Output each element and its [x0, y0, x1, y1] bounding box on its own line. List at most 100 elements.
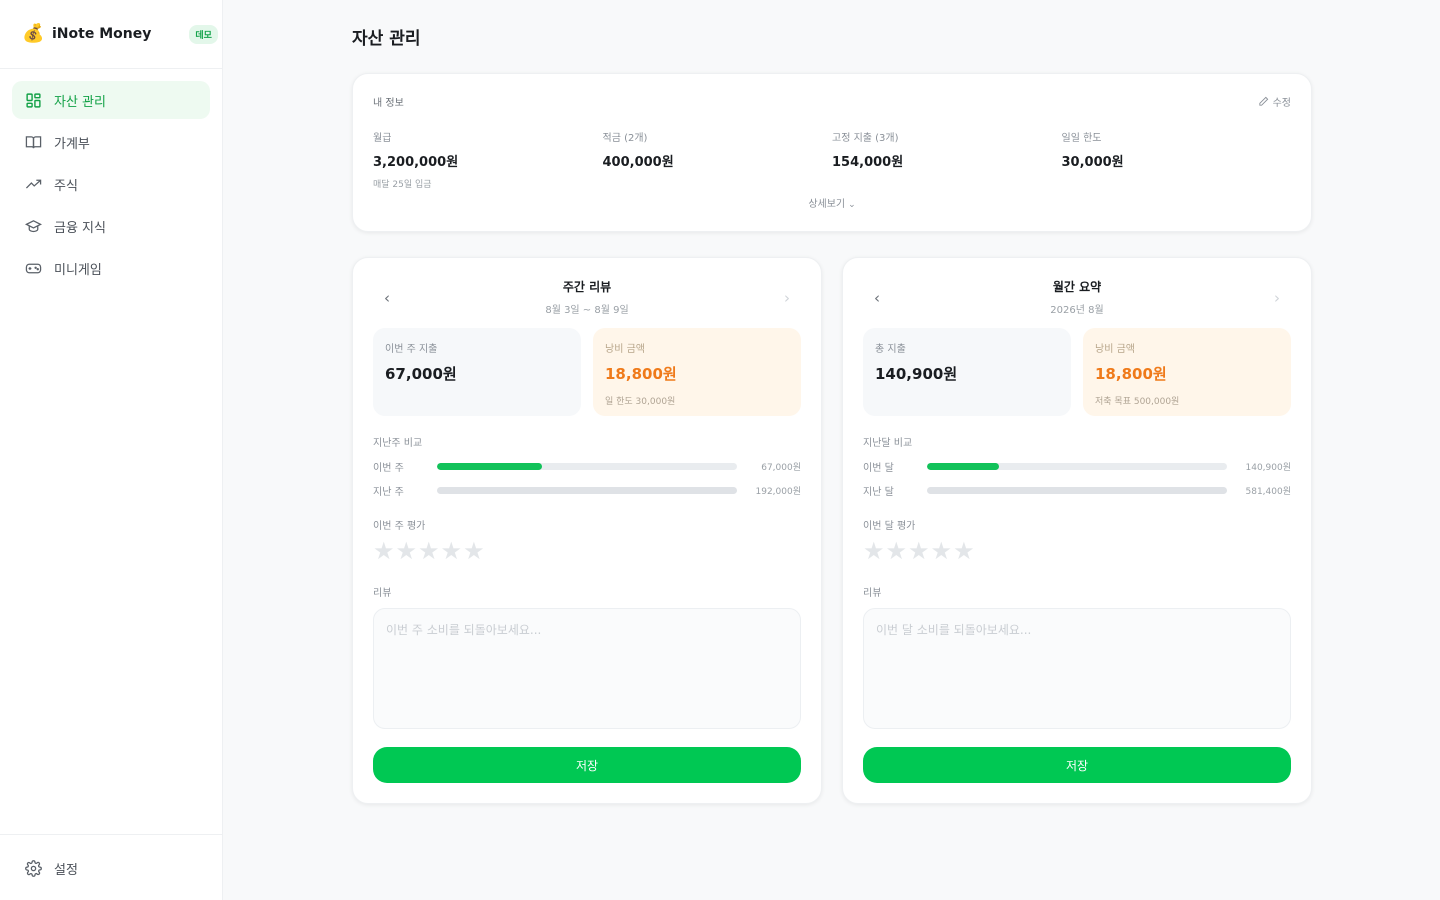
bar-name: 이번 달: [863, 463, 894, 474]
bar-amount: 140,900원: [1245, 463, 1292, 473]
weekly-header: ‹ 주간 리뷰 8월 3일 ~ 8월 9일 ›: [373, 278, 801, 322]
monthly-spending-stat: 총 지출 140,900원: [863, 328, 1071, 416]
my-info-card: 내 정보 수정 월급 3,200,000원 매달 25일 입금 적금 (2개) …: [352, 73, 1312, 232]
info-value: 30,000원: [1061, 155, 1124, 170]
weekly-rating: 이번 주 평가 ★ ★ ★ ★ ★: [373, 517, 801, 564]
sidebar-item-label: 주식: [54, 178, 78, 194]
chevron-left-icon[interactable]: ‹: [867, 288, 887, 308]
weekly-spending-stat: 이번 주 지출 67,000원: [373, 328, 581, 416]
info-item-fixed-expense: 고정 지출 (3개) 154,000원: [832, 129, 1062, 190]
stat-value: 140,900원: [875, 365, 958, 383]
monthly-rating: 이번 달 평가 ★ ★ ★ ★ ★: [863, 517, 1291, 564]
info-label: 월급: [373, 133, 392, 144]
weekly-title: 주간 리뷰: [562, 280, 612, 294]
stat-value: 18,800원: [605, 365, 677, 383]
star-icon[interactable]: ★: [373, 538, 395, 564]
compare-row: 이번 주 67,000원: [373, 460, 801, 474]
info-label: 고정 지출 (3개): [832, 133, 899, 144]
chevron-right-icon[interactable]: ›: [777, 288, 797, 308]
bar-track: [437, 487, 737, 494]
star-rating: ★ ★ ★ ★ ★: [863, 538, 1291, 564]
monthly-compare: 지난달 비교 이번 달 140,900원 지난 달 581,400원: [863, 434, 1292, 498]
open-book-icon: [24, 133, 42, 151]
info-value: 154,000원: [832, 155, 904, 170]
star-icon[interactable]: ★: [863, 538, 885, 564]
info-value: 400,000원: [602, 155, 674, 170]
pencil-icon: [1258, 96, 1268, 106]
sidebar-footer: 설정: [0, 834, 222, 900]
sidebar-item-label: 설정: [54, 862, 78, 878]
dashboard-grid-icon: [24, 91, 42, 109]
details-label: 상세보기: [808, 199, 846, 210]
sidebar-item-label: 가계부: [54, 136, 90, 152]
bar-track: [927, 463, 1227, 470]
sidebar-item-settings[interactable]: 설정: [12, 849, 210, 887]
bar-amount: 192,000원: [755, 487, 802, 497]
monthly-stats: 총 지출 140,900원 낭비 금액 18,800원 저축 목표 500,00…: [863, 328, 1291, 416]
monthly-header: ‹ 월간 요약 2026년 8월 ›: [863, 278, 1291, 322]
sidebar-item-minigame[interactable]: 미니게임: [12, 249, 210, 287]
chevron-right-icon[interactable]: ›: [1267, 288, 1287, 308]
bar-fill: [927, 487, 1227, 494]
rating-label: 이번 달 평가: [863, 521, 916, 532]
sidebar-item-stocks[interactable]: 주식: [12, 165, 210, 203]
info-item-savings: 적금 (2개) 400,000원: [603, 129, 833, 190]
sidebar-item-asset-management[interactable]: 자산 관리: [12, 81, 210, 119]
brand-name: iNote Money: [52, 26, 152, 42]
star-icon[interactable]: ★: [953, 538, 975, 564]
stat-sub: 저축 목표 500,000원: [1095, 397, 1180, 407]
edit-label: 수정: [1272, 98, 1291, 109]
info-value: 3,200,000원: [373, 155, 459, 170]
chevron-left-icon[interactable]: ‹: [377, 288, 397, 308]
info-grid: 월급 3,200,000원 매달 25일 입금 적금 (2개) 400,000원…: [373, 129, 1291, 190]
demo-badge: 데모: [189, 24, 218, 44]
sidebar-item-label: 자산 관리: [54, 94, 106, 110]
bar-fill: [437, 463, 542, 470]
monthly-review: 리뷰: [863, 584, 1291, 733]
sidebar-item-ledger[interactable]: 가계부: [12, 123, 210, 161]
bar-amount: 67,000원: [761, 463, 801, 473]
weekly-review-textarea[interactable]: [373, 608, 801, 729]
weekly-save-button[interactable]: 저장: [373, 747, 801, 783]
info-label: 적금 (2개): [602, 133, 648, 144]
stat-value: 18,800원: [1095, 365, 1167, 383]
weekly-review: 리뷰: [373, 584, 801, 733]
bar-track: [927, 487, 1227, 494]
sidebar-item-label: 금융 지식: [54, 220, 106, 236]
monthly-review-textarea[interactable]: [863, 608, 1291, 729]
info-item-daily-limit: 일일 한도 30,000원: [1062, 129, 1292, 190]
edit-button[interactable]: 수정: [1258, 94, 1291, 109]
star-icon[interactable]: ★: [441, 538, 463, 564]
graduation-cap-icon: [24, 217, 42, 235]
star-icon[interactable]: ★: [418, 538, 440, 564]
compare-row: 지난 달 581,400원: [863, 484, 1291, 498]
compare-label: 지난주 비교: [373, 438, 423, 449]
stat-label: 이번 주 지출: [385, 344, 438, 355]
info-title: 내 정보: [373, 98, 404, 109]
star-icon[interactable]: ★: [908, 538, 930, 564]
monthly-waste-stat: 낭비 금액 18,800원 저축 목표 500,000원: [1083, 328, 1291, 416]
star-icon[interactable]: ★: [886, 538, 908, 564]
monthly-save-button[interactable]: 저장: [863, 747, 1291, 783]
star-icon[interactable]: ★: [463, 538, 485, 564]
info-label: 일일 한도: [1061, 133, 1102, 144]
weekly-period: 8월 3일 ~ 8월 9일: [545, 305, 629, 316]
bar-fill: [927, 463, 999, 470]
info-item-salary: 월급 3,200,000원 매달 25일 입금: [373, 129, 603, 190]
details-toggle-button[interactable]: 상세보기 ⌄: [353, 195, 1311, 210]
review-label: 리뷰: [863, 588, 882, 599]
monthly-period: 2026년 8월: [1050, 305, 1104, 316]
sidebar-item-financial-knowledge[interactable]: 금융 지식: [12, 207, 210, 245]
bar-fill: [437, 487, 737, 494]
trending-up-icon: [24, 175, 42, 193]
gamepad-icon: [24, 259, 42, 277]
star-icon[interactable]: ★: [396, 538, 418, 564]
monthly-summary-card: ‹ 월간 요약 2026년 8월 › 총 지출 140,900원 낭비 금액 1…: [842, 257, 1312, 804]
brand-header: 💰 iNote Money 데모: [0, 0, 222, 69]
money-bag-icon: 💰: [22, 23, 45, 44]
star-icon[interactable]: ★: [931, 538, 953, 564]
monthly-title: 월간 요약: [1052, 280, 1102, 294]
review-label: 리뷰: [373, 588, 392, 599]
weekly-stats: 이번 주 지출 67,000원 낭비 금액 18,800원 일 한도 30,00…: [373, 328, 801, 416]
stat-value: 67,000원: [385, 365, 457, 383]
